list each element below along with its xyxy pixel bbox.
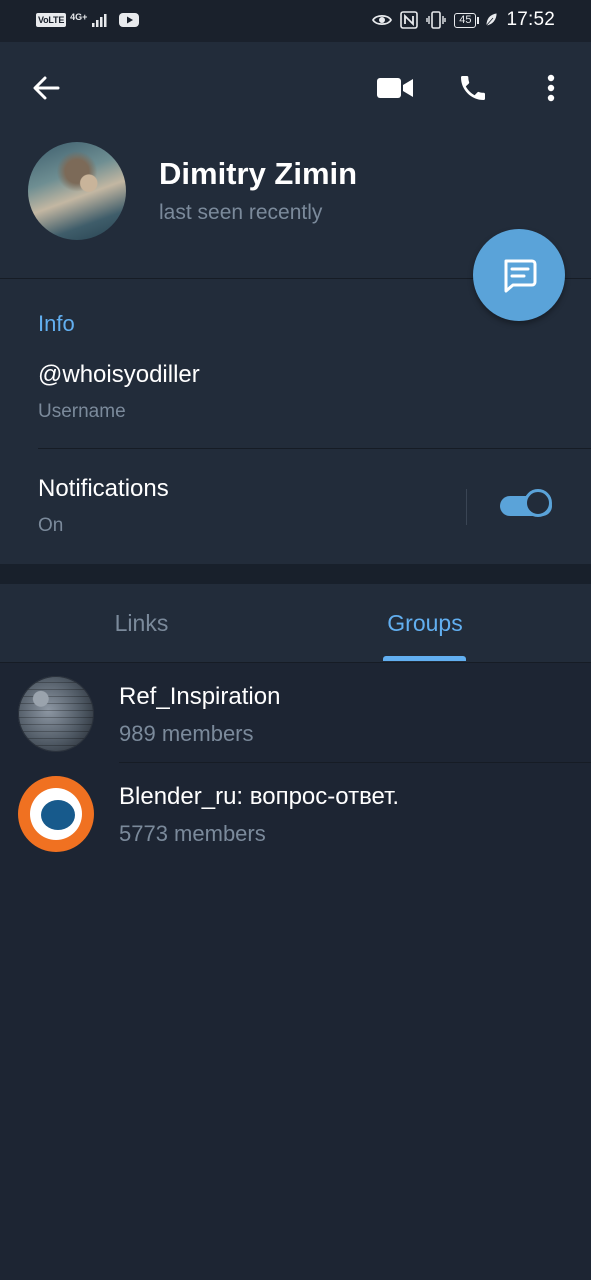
list-item[interactable]: Blender_ru: вопрос-ответ. 5773 members — [0, 763, 591, 863]
status-left: VoLTE 4G+ — [36, 11, 140, 29]
username-label: Username — [38, 401, 126, 422]
blender-logo-ring — [30, 788, 82, 840]
groups-list: Ref_Inspiration 989 members Blender_ru: … — [0, 663, 591, 863]
list-item[interactable]: Ref_Inspiration 989 members — [0, 663, 591, 763]
back-button[interactable] — [20, 64, 72, 112]
youtube-icon — [119, 13, 140, 27]
group-name: Blender_ru: вопрос-ответ. — [119, 783, 400, 810]
media-tabs: Links Groups — [0, 584, 591, 663]
info-title: Info — [38, 311, 75, 336]
info-section: Info @whoisyodiller Username Notificatio… — [0, 279, 591, 564]
toggle-knob — [524, 489, 552, 517]
video-call-button[interactable] — [370, 64, 420, 112]
username-value: @whoisyodiller — [38, 361, 200, 388]
notifications-toggle[interactable] — [500, 489, 556, 523]
video-call-icon — [377, 78, 413, 98]
status-bar: VoLTE 4G+ 45 17:52 — [0, 0, 591, 42]
notifications-separator — [466, 489, 467, 525]
group-members: 5773 members — [119, 821, 266, 846]
group-avatar — [18, 776, 94, 852]
notifications-row[interactable]: Notifications On — [0, 449, 591, 564]
eye-icon — [372, 14, 393, 26]
status-time: 17:52 — [506, 9, 555, 30]
group-name: Ref_Inspiration — [119, 683, 281, 710]
section-gap — [0, 564, 591, 584]
phone-call-button[interactable] — [448, 64, 498, 112]
active-tab-indicator — [383, 656, 466, 661]
nfc-icon — [400, 11, 419, 29]
tab-groups[interactable]: Groups — [283, 584, 567, 662]
signal-icon — [92, 14, 107, 27]
profile-status: last seen recently — [159, 201, 323, 224]
notifications-state: On — [38, 515, 64, 536]
network-type: 4G+ — [70, 11, 88, 22]
group-avatar — [18, 676, 94, 752]
battery-icon: 45 — [454, 12, 480, 28]
more-vertical-icon — [547, 74, 555, 102]
arrow-left-icon — [33, 76, 60, 100]
profile-name: Dimitry Zimin — [159, 156, 358, 191]
tab-links[interactable]: Links — [0, 584, 283, 662]
more-options-button[interactable] — [530, 64, 572, 112]
group-members: 989 members — [119, 721, 254, 746]
vibrate-icon — [426, 11, 446, 29]
phone-call-icon — [461, 76, 485, 100]
profile-avatar[interactable] — [28, 142, 126, 240]
username-row[interactable]: @whoisyodiller Username — [0, 349, 591, 449]
volte-badge: VoLTE — [36, 13, 67, 27]
message-icon — [504, 259, 537, 293]
send-message-button[interactable] — [473, 229, 565, 321]
leaf-icon — [486, 12, 498, 27]
status-right: 45 17:52 — [372, 8, 555, 32]
notifications-label: Notifications — [38, 475, 169, 502]
blender-logo-eye — [41, 800, 75, 830]
